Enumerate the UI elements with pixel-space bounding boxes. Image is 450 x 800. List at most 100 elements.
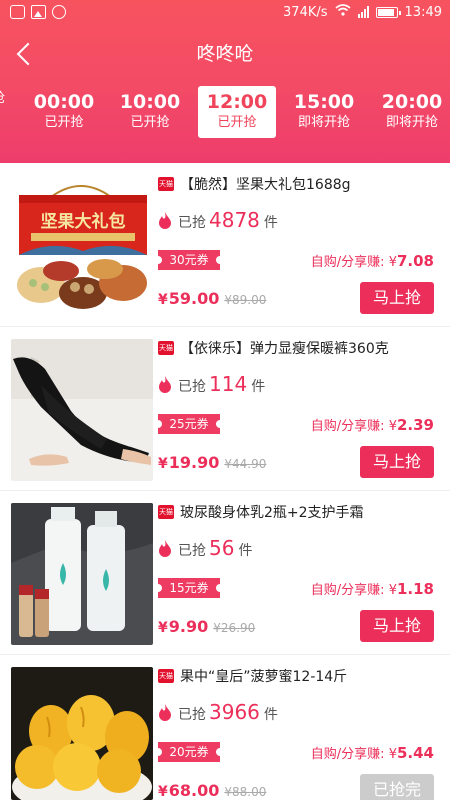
tab-time: 12:00 [206, 91, 268, 113]
earn-value: 2.39 [396, 416, 434, 434]
earn-currency: ¥ [388, 255, 397, 270]
earn-value: 5.44 [396, 744, 434, 762]
sold-count: 已抢 4878 件 [158, 208, 278, 234]
price-value: 59.00 [168, 289, 220, 308]
tab-1200-active[interactable]: 12:00 已开抢 [198, 86, 276, 138]
earn-value: 7.08 [396, 252, 434, 270]
product-image[interactable] [11, 503, 153, 645]
tab-status: 已开抢 [217, 115, 257, 130]
wifi-icon [335, 4, 351, 20]
list-item[interactable]: 天猫 果中“皇后”菠萝蜜12-14斤 已抢 3966 件 20元券 自购/分享赚… [0, 655, 450, 800]
sold-number: 4878 [209, 208, 260, 232]
signal-icon [357, 6, 369, 18]
tab-time: 00:00 [33, 91, 95, 113]
buy-now-button[interactable]: 马上抢 [360, 610, 434, 642]
buy-now-button[interactable]: 马上抢 [360, 282, 434, 314]
page-title: 咚咚呛 [196, 43, 254, 65]
status-right: 374K/s 13:49 [283, 4, 442, 20]
sold-out-button[interactable]: 已抢完 [360, 774, 434, 800]
network-speed: 374K/s [283, 4, 328, 20]
flame-icon [159, 540, 171, 557]
original-price: ¥44.90 [224, 457, 267, 471]
tab-status: 已开抢 [44, 115, 84, 130]
sold-unit: 件 [251, 379, 266, 395]
product-title[interactable]: 【依徕乐】弹力显瘦保暖裤360克 [180, 338, 389, 358]
message-icon [10, 5, 25, 19]
price-currency: ¥ [158, 784, 168, 800]
earn-label: 自购/分享赚: [310, 583, 389, 598]
price: ¥ 68.00 ¥88.00 [158, 781, 266, 800]
original-price: ¥89.00 [224, 293, 267, 307]
earn-label: 自购/分享赚: [310, 255, 389, 270]
list-item[interactable]: 坚果大礼包 天猫 【脆然】坚果大礼包1688g 已抢 4878 件 30元券 自… [0, 163, 450, 327]
coupon-badge: 30元券 [154, 250, 224, 270]
sold-unit: 件 [238, 543, 253, 559]
earn-info: 自购/分享赚: ¥7.08 [311, 251, 434, 270]
earn-value: 1.18 [396, 580, 434, 598]
sold-unit: 件 [263, 707, 278, 723]
tab-0000[interactable]: 00:00 已开抢 [26, 86, 102, 138]
original-price: ¥26.90 [213, 621, 256, 635]
price-currency: ¥ [158, 456, 168, 472]
product-image[interactable]: 坚果大礼包 [11, 175, 153, 317]
tab-time: 15:00 [293, 91, 355, 113]
product-title[interactable]: 玻尿酸身体乳2瓶+2支护手霜 [180, 502, 364, 522]
image-icon [31, 5, 46, 19]
earn-label: 自购/分享赚: [310, 419, 389, 434]
time-tabs: 抢 00:00 已开抢 10:00 已开抢 12:00 已开抢 15:00 即将… [0, 82, 450, 142]
tab-status: 即将开抢 [385, 115, 438, 130]
original-price: ¥88.00 [224, 785, 267, 799]
status-left-icons [10, 5, 66, 19]
sold-count: 已抢 56 件 [158, 536, 252, 562]
tab-1000[interactable]: 10:00 已开抢 [112, 86, 188, 138]
tab-2000[interactable]: 20:00 即将开抢 [374, 86, 450, 138]
header: 374K/s 13:49 咚咚呛 抢 00:00 已开抢 10:00 已开抢 [0, 0, 450, 163]
box-label: 坚果大礼包 [41, 211, 126, 232]
tab-partial[interactable]: 抢 [0, 86, 18, 138]
flame-icon [159, 376, 171, 393]
earn-currency: ¥ [388, 419, 397, 434]
tab-time: 10:00 [119, 91, 181, 113]
sold-prefix: 已抢 [178, 379, 206, 395]
tmall-badge: 天猫 [158, 505, 174, 519]
product-title[interactable]: 【脆然】坚果大礼包1688g [180, 174, 351, 194]
price-value: 19.90 [168, 453, 220, 472]
buy-now-button[interactable]: 马上抢 [360, 446, 434, 478]
sold-prefix: 已抢 [178, 707, 206, 723]
sold-number: 3966 [209, 700, 260, 724]
sold-prefix: 已抢 [178, 215, 206, 231]
sold-unit: 件 [263, 215, 278, 231]
price: ¥ 9.90 ¥26.90 [158, 617, 255, 636]
price-value: 9.90 [168, 617, 209, 636]
emoji-icon [52, 5, 66, 19]
tab-1500[interactable]: 15:00 即将开抢 [286, 86, 362, 138]
flame-icon [159, 212, 171, 229]
tab-status: 即将开抢 [297, 115, 350, 130]
list-item[interactable]: 天猫 玻尿酸身体乳2瓶+2支护手霜 已抢 56 件 15元券 自购/分享赚: ¥… [0, 491, 450, 655]
tmall-badge: 天猫 [158, 341, 174, 355]
tmall-badge: 天猫 [158, 669, 174, 683]
coupon-badge: 15元券 [154, 578, 224, 598]
coupon-badge: 20元券 [154, 742, 224, 762]
nav-bar: 咚咚呛 [0, 26, 450, 78]
list-item[interactable]: 天猫 【依徕乐】弹力显瘦保暖裤360克 已抢 114 件 25元券 自购/分享赚… [0, 327, 450, 491]
sold-prefix: 已抢 [178, 543, 206, 559]
sold-number: 56 [209, 536, 235, 560]
product-title[interactable]: 果中“皇后”菠萝蜜12-14斤 [180, 666, 347, 686]
earn-label: 自购/分享赚: [310, 747, 389, 762]
product-image[interactable] [11, 667, 153, 800]
earn-currency: ¥ [388, 583, 397, 598]
price-value: 68.00 [168, 781, 220, 800]
flame-icon [159, 704, 171, 721]
product-image[interactable] [11, 339, 153, 481]
coupon-badge: 25元券 [154, 414, 224, 434]
clock: 13:49 [404, 4, 442, 20]
sold-count: 已抢 114 件 [158, 372, 265, 398]
sold-count: 已抢 3966 件 [158, 700, 278, 726]
earn-info: 自购/分享赚: ¥1.18 [311, 579, 434, 598]
tab-status: 已开抢 [130, 115, 170, 130]
tab-time: 20:00 [381, 91, 443, 113]
earn-info: 自购/分享赚: ¥5.44 [311, 743, 434, 762]
price: ¥ 19.90 ¥44.90 [158, 453, 266, 472]
price-currency: ¥ [158, 292, 168, 308]
